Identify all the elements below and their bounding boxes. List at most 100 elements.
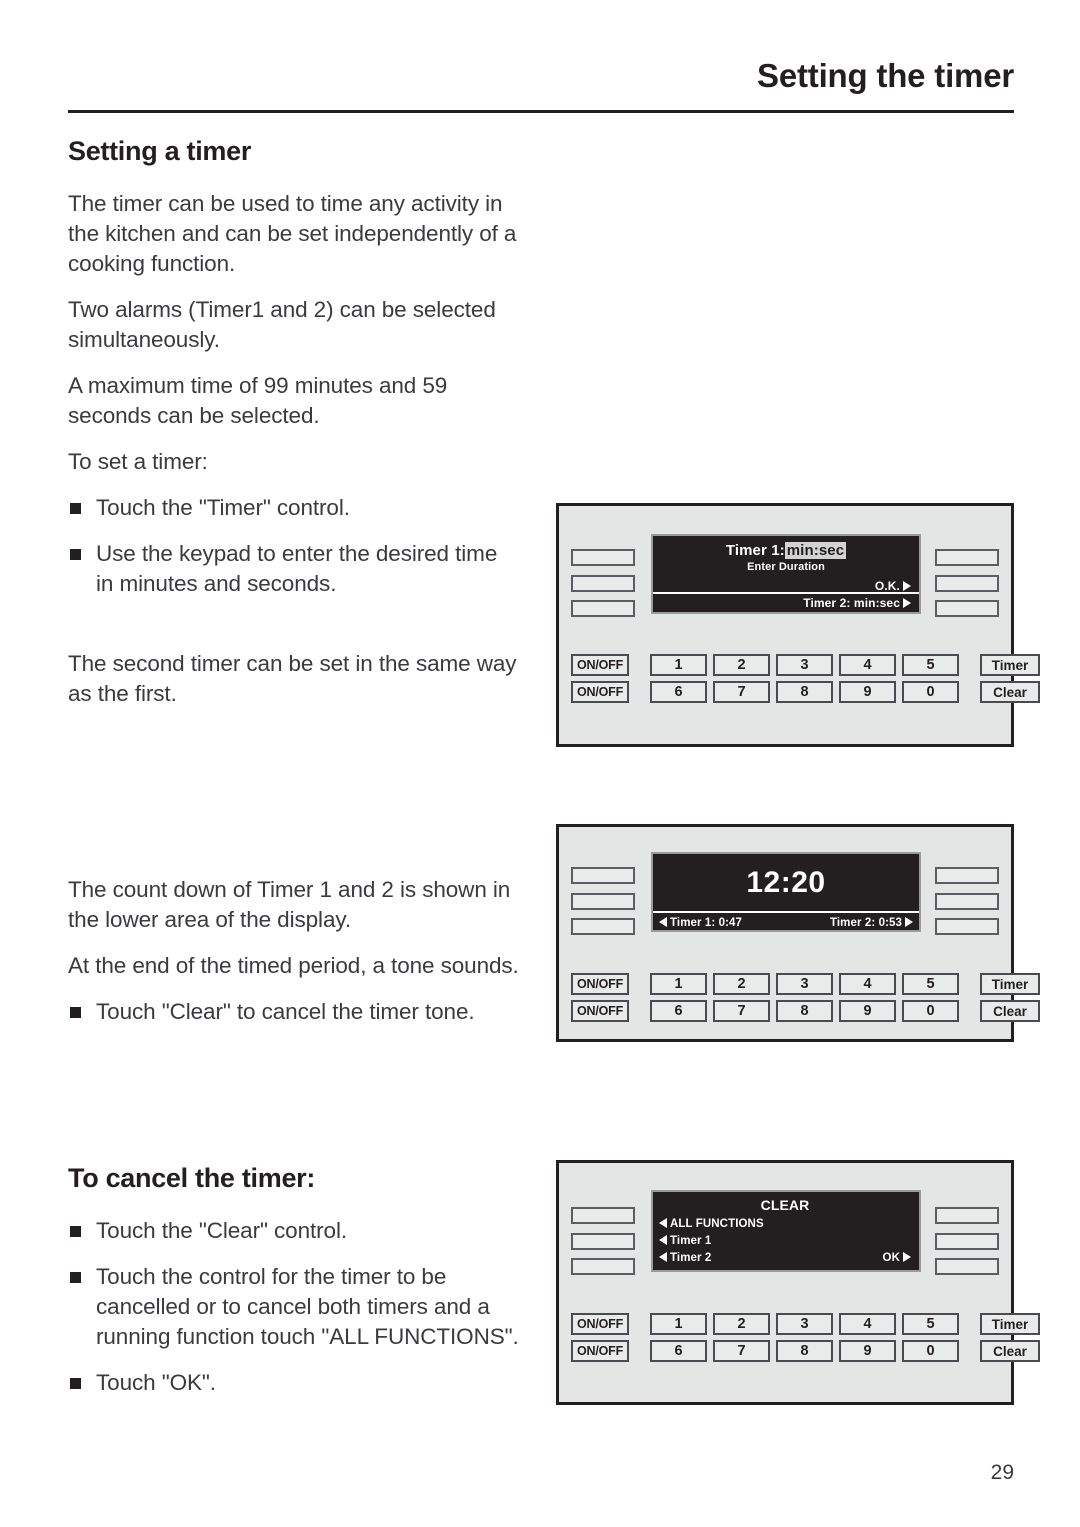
keypad-row-top: ON/OFF 1 2 3 4 5 Timer <box>571 1313 1040 1335</box>
clear-button[interactable]: Clear <box>980 1000 1040 1022</box>
display-ok-action[interactable]: OK <box>883 1252 911 1264</box>
keypad-row-bottom: ON/OFF 6 7 8 9 0 Clear <box>571 681 1040 703</box>
key-9[interactable]: 9 <box>839 1000 896 1022</box>
key-8[interactable]: 8 <box>776 681 833 703</box>
page-number: 29 <box>990 1461 1014 1484</box>
blank-key[interactable] <box>935 1207 999 1224</box>
blank-key[interactable] <box>571 892 635 910</box>
key-5[interactable]: 5 <box>902 1313 959 1335</box>
key-4[interactable]: 4 <box>839 654 896 676</box>
list-item: Use the keypad to enter the desired time… <box>68 539 520 599</box>
list-item-label: Use the keypad to enter the desired time… <box>96 541 498 597</box>
blank-key[interactable] <box>571 574 635 592</box>
key-9[interactable]: 9 <box>839 1340 896 1362</box>
key-1[interactable]: 1 <box>650 654 707 676</box>
blank-key[interactable] <box>571 867 635 884</box>
onoff-button[interactable]: ON/OFF <box>571 654 629 676</box>
key-3[interactable]: 3 <box>776 654 833 676</box>
key-8[interactable]: 8 <box>776 1000 833 1022</box>
key-7[interactable]: 7 <box>713 1000 770 1022</box>
timer-button[interactable]: Timer <box>980 654 1040 676</box>
key-9[interactable]: 9 <box>839 681 896 703</box>
right-blank-keys-group <box>935 1207 999 1275</box>
onoff-button[interactable]: ON/OFF <box>571 1340 629 1362</box>
timer-button[interactable]: Timer <box>980 1313 1040 1335</box>
blank-key[interactable] <box>571 1232 635 1250</box>
bullet-square-icon <box>70 1378 81 1390</box>
display-screen: Timer 1: min:sec Enter Duration O.K. Time… <box>651 534 921 614</box>
display-ok-label: OK <box>882 1252 900 1264</box>
display-menu-item-all-functions[interactable]: ALL FUNCTIONS <box>659 1218 911 1230</box>
key-2[interactable]: 2 <box>713 973 770 995</box>
paragraph-two-alarms: Two alarms (Timer1 and 2) can be selecte… <box>68 297 496 353</box>
key-2[interactable]: 2 <box>713 654 770 676</box>
paragraph-maximum-time: A maximum time of 99 minutes and 59 seco… <box>68 373 448 429</box>
onoff-button[interactable]: ON/OFF <box>571 973 629 995</box>
key-4[interactable]: 4 <box>839 1313 896 1335</box>
key-0[interactable]: 0 <box>902 1000 959 1022</box>
blank-key[interactable] <box>571 1258 635 1275</box>
blank-key[interactable] <box>935 574 999 592</box>
key-7[interactable]: 7 <box>713 1340 770 1362</box>
display-clock: 12:20 <box>746 865 826 899</box>
blank-key[interactable] <box>571 1207 635 1224</box>
page-header-title: Setting the timer <box>757 57 1014 94</box>
key-1[interactable]: 1 <box>650 1313 707 1335</box>
key-6[interactable]: 6 <box>650 681 707 703</box>
key-5[interactable]: 5 <box>902 654 959 676</box>
timer-button[interactable]: Timer <box>980 973 1040 995</box>
display-timer1-countdown[interactable]: Timer 1: 0:47 <box>659 916 743 929</box>
display-timer2-countdown[interactable]: Timer 2: 0:53 <box>830 916 913 929</box>
keypad-row-bottom: ON/OFF 6 7 8 9 0 Clear <box>571 1340 1040 1362</box>
clear-button[interactable]: Clear <box>980 681 1040 703</box>
blank-key[interactable] <box>935 918 999 935</box>
key-1[interactable]: 1 <box>650 973 707 995</box>
display-menu-row-timer-2: Timer 2 OK <box>659 1252 911 1264</box>
arrow-right-icon <box>903 581 911 591</box>
key-2[interactable]: 2 <box>713 1313 770 1335</box>
display-timer2-action[interactable]: Timer 2: min:sec <box>661 596 911 610</box>
clear-button[interactable]: Clear <box>980 1340 1040 1362</box>
list-item: Touch "OK". <box>68 1368 520 1398</box>
paragraph-countdown-shown: The count down of Timer 1 and 2 is shown… <box>68 877 511 933</box>
list-item-label: Touch the "Timer" control. <box>96 495 350 521</box>
onoff-button[interactable]: ON/OFF <box>571 1313 629 1335</box>
display-ok-action[interactable]: O.K. <box>661 579 911 593</box>
blank-key[interactable] <box>935 1232 999 1250</box>
key-7[interactable]: 7 <box>713 681 770 703</box>
control-panel-clear-menu: CLEAR ALL FUNCTIONS Timer 1 Timer 2 OK O… <box>556 1160 1040 1405</box>
bullet-square-icon <box>70 503 81 515</box>
display-menu-item-timer-2[interactable]: Timer 2 <box>659 1252 711 1264</box>
onoff-button[interactable]: ON/OFF <box>571 1000 629 1022</box>
key-4[interactable]: 4 <box>839 973 896 995</box>
display-menu-item-timer-1[interactable]: Timer 1 <box>659 1235 911 1247</box>
left-blank-keys-group <box>571 549 635 617</box>
blank-key[interactable] <box>571 549 635 566</box>
blank-key[interactable] <box>571 918 635 935</box>
blank-key[interactable] <box>935 867 999 884</box>
key-8[interactable]: 8 <box>776 1340 833 1362</box>
blank-key[interactable] <box>571 600 635 617</box>
display-timer1-label: Timer 1: 0:47 <box>670 916 743 929</box>
key-0[interactable]: 0 <box>902 681 959 703</box>
key-5[interactable]: 5 <box>902 973 959 995</box>
blank-key[interactable] <box>935 1258 999 1275</box>
display-screen: 12:20 Timer 1: 0:47 Timer 2: 0:53 <box>651 852 921 932</box>
blank-key[interactable] <box>935 600 999 617</box>
key-6[interactable]: 6 <box>650 1000 707 1022</box>
key-3[interactable]: 3 <box>776 973 833 995</box>
display-menu-item-label: Timer 2 <box>670 1252 712 1264</box>
key-0[interactable]: 0 <box>902 1340 959 1362</box>
blank-key[interactable] <box>935 549 999 566</box>
section-heading-setting-a-timer: Setting a timer <box>68 136 252 166</box>
key-3[interactable]: 3 <box>776 1313 833 1335</box>
paragraph-to-set-a-timer: To set a timer: <box>68 449 208 475</box>
section-heading-cancel-the-timer: To cancel the timer: <box>68 1163 316 1194</box>
onoff-button[interactable]: ON/OFF <box>571 681 629 703</box>
blank-key[interactable] <box>935 892 999 910</box>
key-6[interactable]: 6 <box>650 1340 707 1362</box>
display-timer2-label: Timer 2: min:sec <box>803 596 900 610</box>
bullet-square-icon <box>70 1007 81 1019</box>
